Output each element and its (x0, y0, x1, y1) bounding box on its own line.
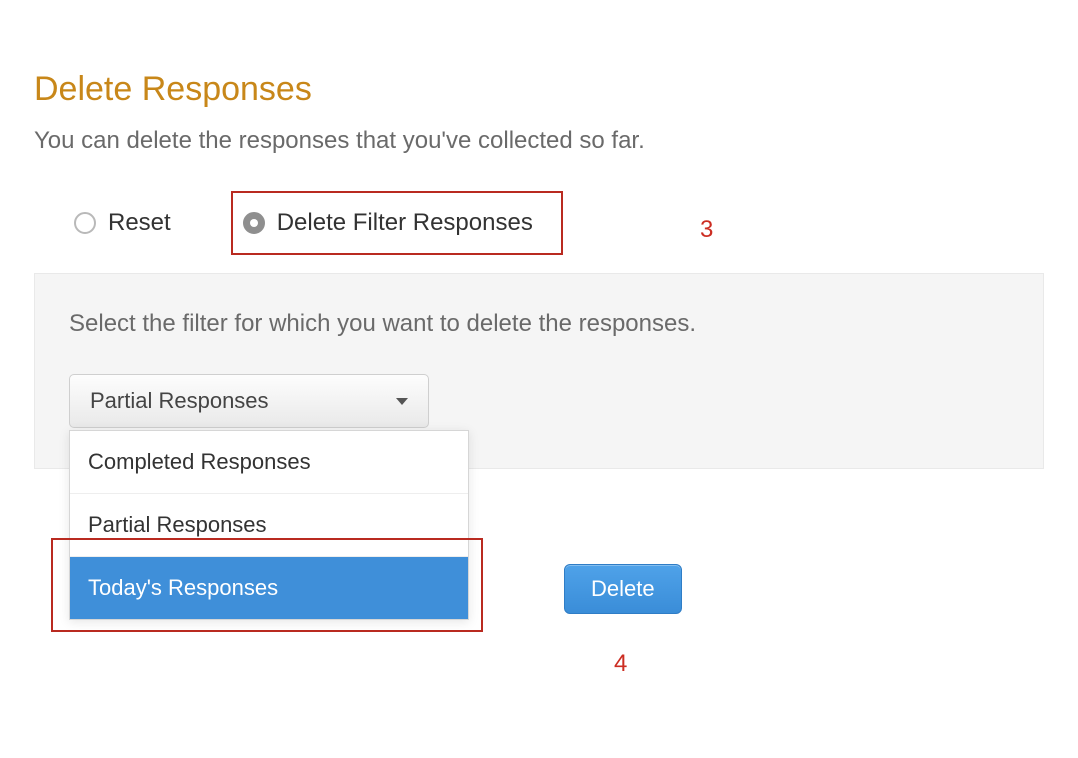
radio-unchecked-icon (74, 212, 96, 234)
filter-option-partial[interactable]: Partial Responses (70, 494, 468, 557)
annotation-3: 3 (700, 216, 713, 244)
delete-filter-radio[interactable]: Delete Filter Responses (243, 209, 533, 237)
page-title: Delete Responses (34, 70, 1044, 109)
chevron-down-icon (396, 398, 408, 405)
annotation-4: 4 (614, 650, 627, 678)
filter-option-completed[interactable]: Completed Responses (70, 431, 468, 494)
filter-select-value: Partial Responses (90, 388, 269, 414)
filter-select[interactable]: Partial Responses (69, 374, 429, 428)
reset-radio[interactable]: Reset (74, 209, 171, 237)
panel-description: Select the filter for which you want to … (69, 310, 1009, 338)
delete-filter-radio-label: Delete Filter Responses (277, 209, 533, 237)
delete-mode-radiogroup: Reset Delete Filter Responses (34, 191, 1044, 255)
delete-button[interactable]: Delete (564, 564, 682, 614)
reset-radio-label: Reset (108, 209, 171, 237)
filter-panel: Select the filter for which you want to … (34, 273, 1044, 469)
filter-option-today[interactable]: Today's Responses (70, 557, 468, 619)
radio-checked-icon (243, 212, 265, 234)
callout-box-3: Delete Filter Responses (231, 191, 563, 255)
page-subtitle: You can delete the responses that you've… (34, 127, 1044, 155)
filter-dropdown: Completed Responses Partial Responses To… (69, 430, 469, 620)
